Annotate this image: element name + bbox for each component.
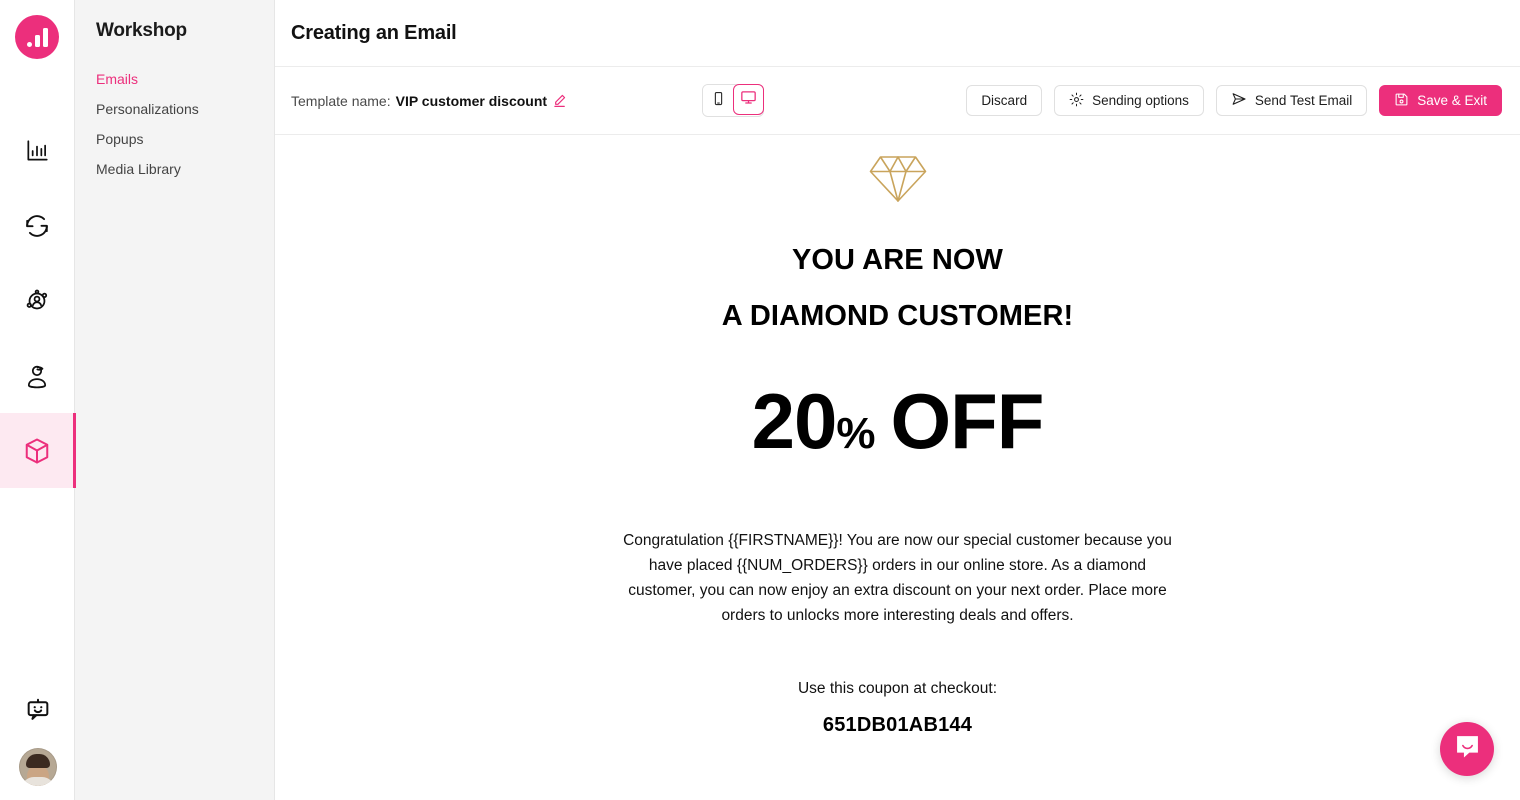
sync-refresh-icon <box>23 212 51 240</box>
sidebar-item-emails[interactable]: Emails <box>96 64 274 94</box>
device-preview-toggle <box>701 84 764 117</box>
email-offer: 20% OFF <box>618 382 1178 460</box>
sending-options-label: Sending options <box>1092 93 1189 108</box>
analytics-bar-chart-icon <box>24 138 50 164</box>
rail-bottom-group <box>0 678 75 800</box>
chat-bot-icon <box>24 696 52 724</box>
email-preview-canvas[interactable]: YOU ARE NOW A DIAMOND CUSTOMER! 20% OFF C… <box>275 135 1520 800</box>
email-headline-line-2: A DIAMOND CUSTOMER! <box>721 300 1074 332</box>
main-area: Creating an Email Template name: VIP cus… <box>275 0 1520 800</box>
mobile-phone-icon <box>711 91 726 111</box>
rail-item-list <box>0 113 76 488</box>
avatar[interactable] <box>18 748 57 786</box>
template-name-label: Template name: <box>291 92 391 109</box>
chat-launcher-button[interactable] <box>1440 722 1494 776</box>
desktop-monitor-icon <box>740 89 757 111</box>
rail-item-chat-bot[interactable] <box>0 678 75 742</box>
rail-item-sync[interactable] <box>0 188 75 263</box>
email-headline: YOU ARE NOW A DIAMOND CUSTOMER! <box>618 232 1178 344</box>
send-test-email-button[interactable]: Send Test Email <box>1215 85 1368 116</box>
device-toggle-mobile[interactable] <box>702 85 734 116</box>
sending-options-button[interactable]: Sending options <box>1054 85 1204 116</box>
editor-toolbar: Template name: VIP customer discount Dis… <box>275 67 1520 135</box>
rail-item-customer[interactable] <box>0 338 75 413</box>
rail-item-analytics[interactable] <box>0 113 75 188</box>
offer-number: 20 <box>751 377 838 465</box>
send-test-email-label: Send Test Email <box>1254 93 1353 108</box>
gear-icon <box>1069 92 1084 110</box>
sidebar-item-personalizations[interactable]: Personalizations <box>96 94 274 124</box>
audience-contacts-icon <box>23 287 51 315</box>
template-name-group: Template name: VIP customer discount <box>291 93 567 109</box>
avatar-hair <box>25 754 50 769</box>
diamond-icon <box>618 153 1178 210</box>
coupon-label: Use this coupon at checkout: <box>797 680 998 697</box>
save-disk-icon <box>1394 92 1409 110</box>
sidebar-item-popups[interactable]: Popups <box>96 124 274 154</box>
chat-bubble-smile-icon <box>1454 733 1481 765</box>
email-template-body: YOU ARE NOW A DIAMOND CUSTOMER! 20% OFF C… <box>618 135 1178 737</box>
workshop-cube-icon <box>22 436 52 466</box>
bar-chart-logo-icon[interactable] <box>15 15 59 59</box>
device-toggle-desktop[interactable] <box>732 84 764 115</box>
sidebar-item-media-library[interactable]: Media Library <box>96 154 274 184</box>
workshop-sidebar: Workshop Emails Personalizations Popups … <box>75 0 275 800</box>
offer-percent-sign: % <box>836 409 875 458</box>
email-headline-line-1: YOU ARE NOW <box>791 244 1004 276</box>
page-header: Creating an Email <box>275 0 1520 67</box>
email-body-copy: Congratulation {{FIRSTNAME}}! You are no… <box>623 532 1172 624</box>
customer-profile-icon <box>23 362 51 390</box>
discard-button-label: Discard <box>981 93 1028 108</box>
sidebar-title: Workshop <box>96 20 187 41</box>
coupon-code: 651DB01AB144 <box>822 714 973 736</box>
save-and-exit-button[interactable]: Save & Exit <box>1379 85 1502 116</box>
rail-item-audience[interactable] <box>0 263 75 338</box>
save-and-exit-label: Save & Exit <box>1417 93 1487 108</box>
icon-rail <box>0 0 76 800</box>
rail-item-workshop[interactable] <box>0 413 76 488</box>
discard-button[interactable]: Discard <box>966 85 1043 116</box>
offer-word: OFF <box>890 377 1044 465</box>
app-root: Workshop Emails Personalizations Popups … <box>0 0 1520 800</box>
template-name-value: VIP customer discount <box>395 92 548 109</box>
toolbar-actions: Discard Sending options Send Test Email … <box>966 85 1502 116</box>
page-title: Creating an Email <box>291 21 457 44</box>
paper-plane-icon <box>1231 91 1247 110</box>
pencil-edit-icon[interactable] <box>552 93 567 108</box>
avatar-shoulders <box>20 777 55 786</box>
